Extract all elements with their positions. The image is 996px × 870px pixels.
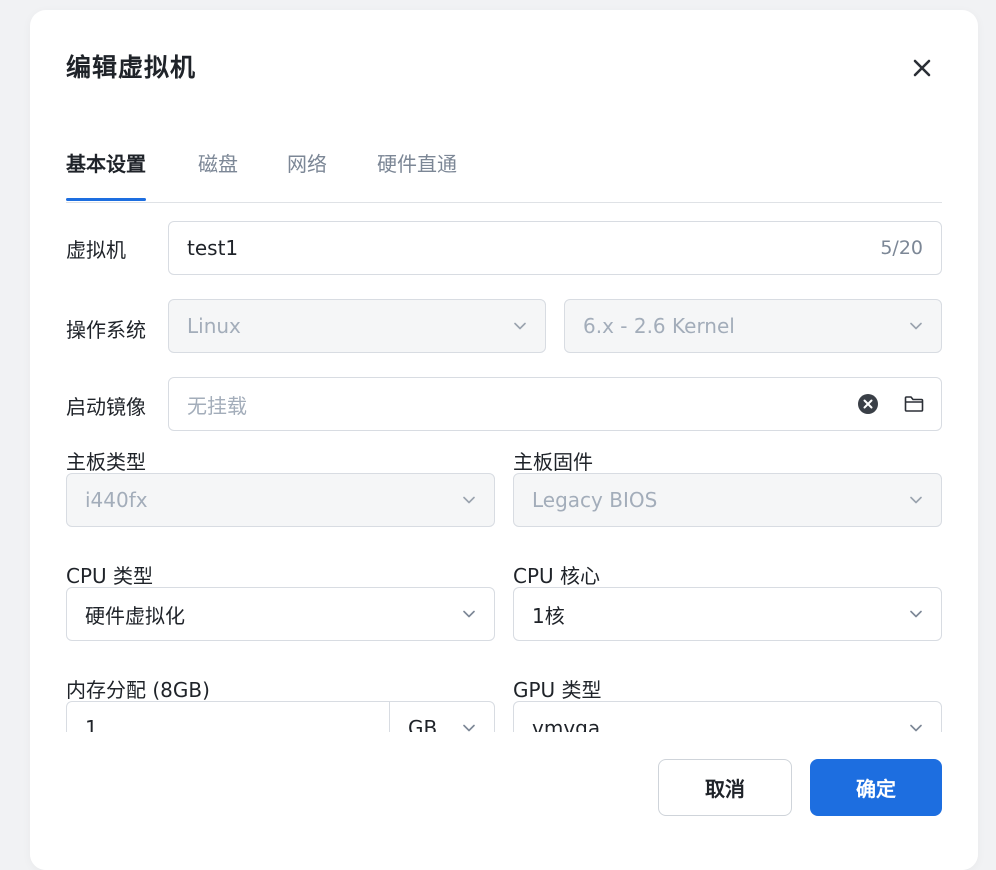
vm-name-label: 虚拟机 <box>66 238 126 262</box>
os-type-value: Linux <box>187 314 241 338</box>
chevron-down-icon <box>462 493 476 507</box>
confirm-button[interactable]: 确定 <box>810 759 942 816</box>
board-firmware-value: Legacy BIOS <box>532 488 658 512</box>
chevron-down-icon <box>513 319 527 333</box>
os-version-select[interactable]: 6.x - 2.6 Kernel <box>564 299 942 353</box>
chevron-down-icon <box>909 607 923 621</box>
vm-name-counter: 5/20 <box>880 237 923 259</box>
boot-image-placeholder: 无挂载 <box>187 393 247 418</box>
vm-name-input[interactable]: test1 5/20 <box>168 221 942 275</box>
board-type-value: i440fx <box>85 488 148 512</box>
tab-disk[interactable]: 磁盘 <box>198 146 238 200</box>
chevron-down-icon <box>909 493 923 507</box>
cpu-type-label: CPU 类型 <box>66 564 154 588</box>
board-type-label: 主板类型 <box>66 450 146 474</box>
os-label: 操作系统 <box>66 318 146 342</box>
board-type-select[interactable]: i440fx <box>66 473 495 527</box>
cpu-type-value: 硬件虚拟化 <box>85 603 185 628</box>
tab-bar: 基本设置 磁盘 网络 硬件直通 <box>66 146 942 203</box>
cpu-cores-label: CPU 核心 <box>513 564 601 588</box>
clear-button[interactable] <box>855 391 881 417</box>
close-button[interactable] <box>906 52 938 84</box>
edit-vm-dialog: 编辑虚拟机 基本设置 磁盘 网络 硬件直通 虚拟机 test1 5/20 操作系… <box>30 10 978 870</box>
browse-folder-button[interactable] <box>901 391 927 417</box>
memory-label: 内存分配 (8GB) <box>66 678 210 702</box>
clear-circle-icon <box>858 394 878 414</box>
boot-image-input[interactable]: 无挂载 <box>168 377 942 431</box>
folder-icon <box>904 396 924 412</box>
tab-hardware-passthrough[interactable]: 硬件直通 <box>377 146 457 200</box>
chevron-down-icon <box>462 607 476 621</box>
close-icon <box>913 59 931 77</box>
vm-name-value: test1 <box>187 236 239 260</box>
cpu-cores-select[interactable]: 1核 <box>513 587 942 641</box>
os-type-select[interactable]: Linux <box>168 299 546 353</box>
cancel-button[interactable]: 取消 <box>658 759 792 816</box>
board-firmware-label: 主板固件 <box>513 450 593 474</box>
cpu-cores-value: 1核 <box>532 603 565 628</box>
boot-image-label: 启动镜像 <box>66 395 146 419</box>
dialog-title: 编辑虚拟机 <box>66 53 197 82</box>
board-firmware-select[interactable]: Legacy BIOS <box>513 473 942 527</box>
tab-basic-settings[interactable]: 基本设置 <box>66 146 146 201</box>
cpu-type-select[interactable]: 硬件虚拟化 <box>66 587 495 641</box>
gpu-type-label: GPU 类型 <box>513 678 602 702</box>
chevron-down-icon <box>909 319 923 333</box>
tab-network[interactable]: 网络 <box>287 146 327 200</box>
os-version-value: 6.x - 2.6 Kernel <box>583 314 735 338</box>
